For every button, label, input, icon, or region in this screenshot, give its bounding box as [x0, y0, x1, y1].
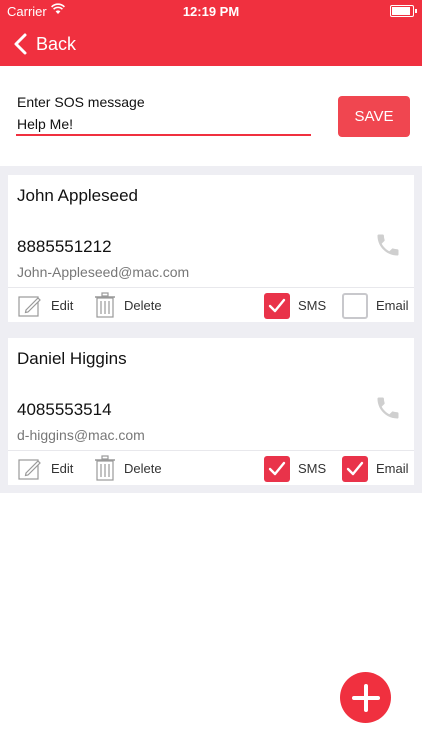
contact-card: John Appleseed 8885551212 John-Appleseed… — [8, 175, 414, 322]
sos-message-section: Enter SOS message SAVE — [0, 66, 422, 166]
email-checkbox-box — [342, 292, 368, 319]
sms-checkbox-box — [264, 455, 290, 482]
delete-button[interactable]: Delete — [94, 288, 162, 323]
contact-name: John Appleseed — [17, 186, 138, 205]
contact-email: John-Appleseed@mac.com — [17, 264, 190, 280]
edit-button[interactable]: Edit — [18, 288, 73, 323]
edit-label: Edit — [51, 298, 74, 313]
back-button[interactable]: Back — [10, 30, 76, 58]
delete-label: Delete — [124, 298, 162, 313]
sms-label: SMS — [298, 298, 327, 313]
back-label: Back — [36, 33, 77, 54]
contact-card: Daniel Higgins 4085553514 d-higgins@mac.… — [8, 338, 414, 485]
delete-button[interactable]: Delete — [94, 451, 162, 486]
checkmark-icon — [268, 298, 286, 312]
contact-actions: Edit Delete SMS Email — [8, 450, 414, 485]
plus-icon — [351, 683, 380, 712]
trash-icon — [95, 455, 115, 481]
edit-button[interactable]: Edit — [18, 451, 73, 486]
chevron-left-icon — [14, 33, 27, 55]
sos-message-label: Enter SOS message — [17, 94, 145, 110]
delete-label: Delete — [124, 461, 162, 476]
save-button[interactable]: SAVE — [338, 96, 410, 137]
email-checkbox[interactable]: Email — [342, 288, 409, 323]
checkmark-icon — [346, 461, 364, 475]
contact-actions: Edit Delete SMS Email — [8, 287, 414, 322]
phone-icon[interactable] — [374, 394, 402, 422]
sms-checkbox-box — [264, 292, 290, 319]
sms-label: SMS — [298, 461, 327, 476]
contact-list: John Appleseed 8885551212 John-Appleseed… — [0, 166, 422, 493]
contact-email: d-higgins@mac.com — [17, 427, 145, 443]
phone-icon[interactable] — [374, 231, 402, 259]
pencil-icon — [18, 296, 41, 317]
status-bar: Carrier 12:19 PM — [0, 0, 422, 22]
email-checkbox-box — [342, 455, 368, 482]
checkmark-icon — [268, 461, 286, 475]
status-time: 12:19 PM — [182, 4, 240, 19]
email-checkbox[interactable]: Email — [342, 451, 409, 486]
email-label: Email — [376, 461, 409, 476]
sos-message-input[interactable] — [16, 114, 311, 136]
sms-checkbox[interactable]: SMS — [264, 288, 326, 323]
navigation-bar: Carrier 12:19 PM Back — [0, 0, 422, 66]
edit-label: Edit — [51, 461, 74, 476]
add-contact-button[interactable] — [340, 672, 391, 723]
contact-phone: 4085553514 — [17, 400, 112, 419]
battery-icon — [390, 5, 417, 17]
pencil-icon — [18, 459, 41, 480]
battery-level — [392, 7, 410, 15]
contact-name: Daniel Higgins — [17, 349, 127, 368]
trash-icon — [95, 292, 115, 318]
email-label: Email — [376, 298, 409, 313]
contact-phone: 8885551212 — [17, 237, 112, 256]
sms-checkbox[interactable]: SMS — [264, 451, 326, 486]
